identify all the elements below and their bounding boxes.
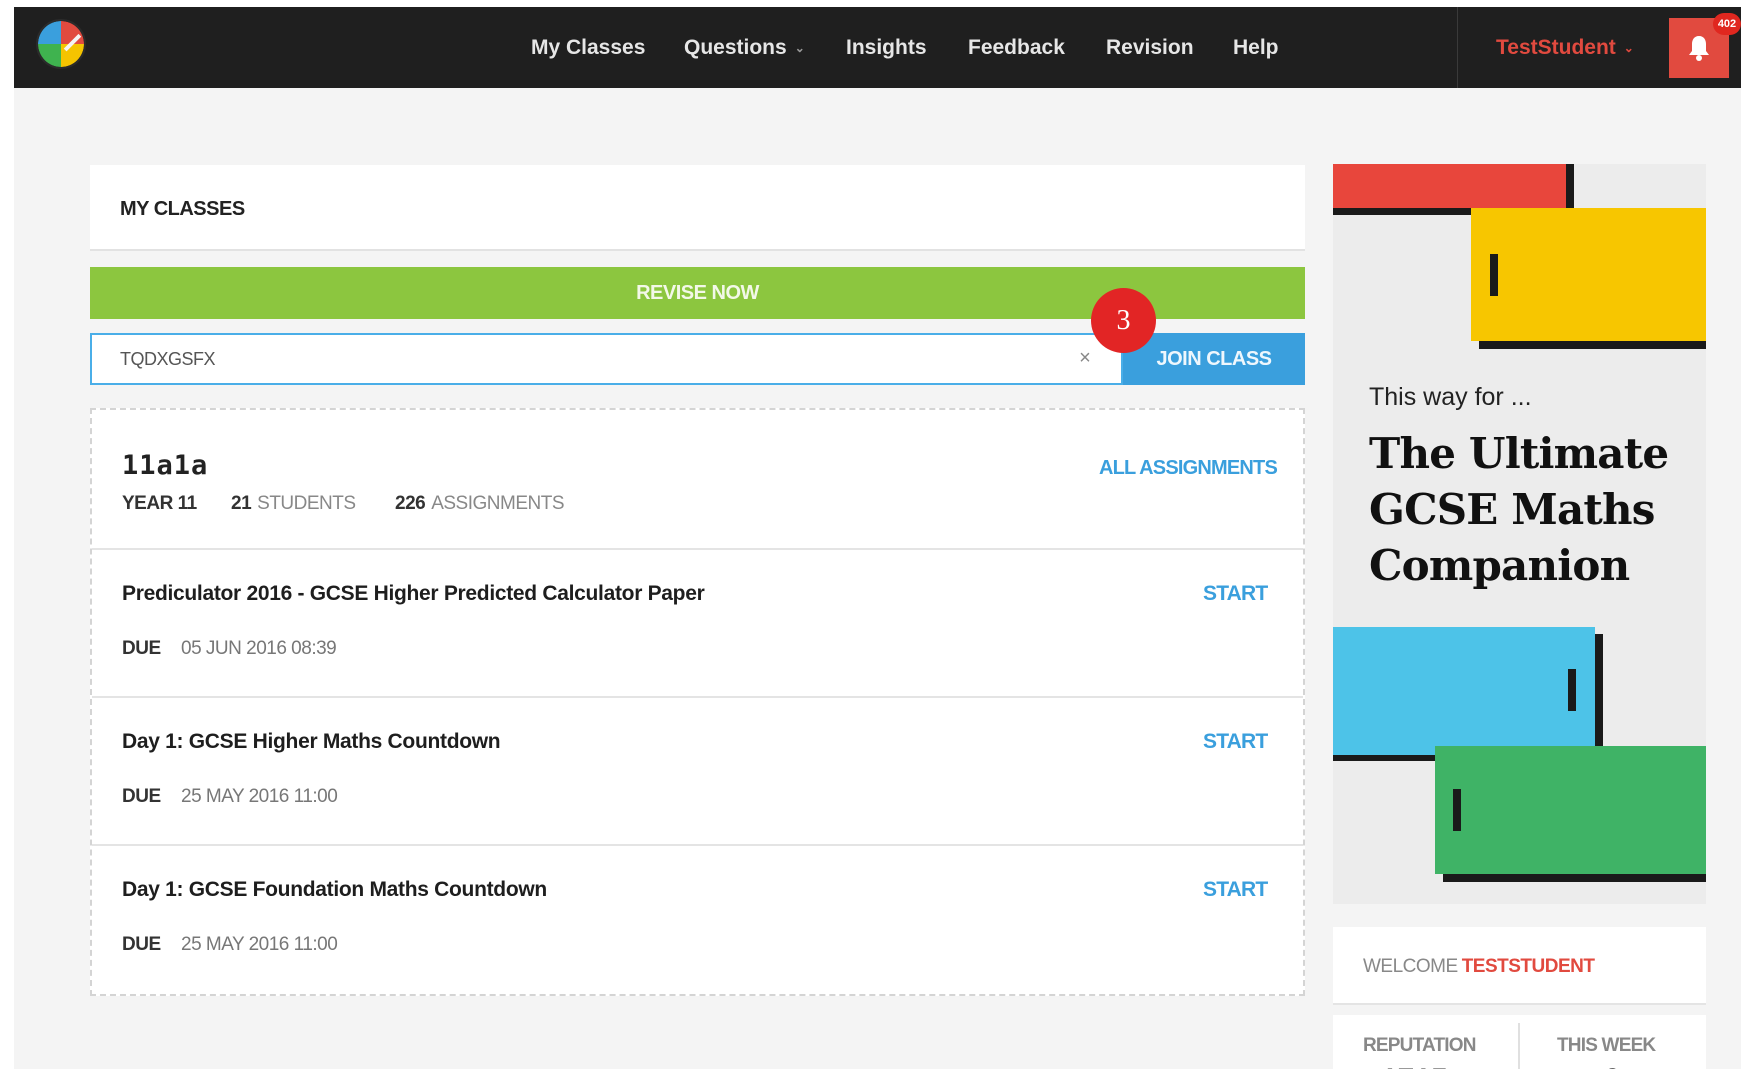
chevron-down-icon: ⌄ (794, 41, 805, 55)
start-button[interactable]: START (1203, 878, 1268, 902)
reputation-value: 1715 (1381, 1063, 1448, 1069)
close-icon[interactable]: × (1073, 346, 1097, 370)
assignment-row: Prediculator 2016 - GCSE Higher Predicte… (92, 550, 1303, 698)
assignment-title: Prediculator 2016 - GCSE Higher Predicte… (122, 582, 705, 605)
assignment-title: Day 1: GCSE Foundation Maths Countdown (122, 878, 547, 901)
all-assignments-link[interactable]: ALL ASSIGNMENTS (1099, 457, 1278, 480)
class-card: 11a1a YEAR 11 21 STUDENTS 226 ASSIGNMENTS … (90, 408, 1305, 996)
page-margin (0, 0, 14, 1069)
class-code-input[interactable] (90, 333, 1123, 385)
due-label: DUE (122, 934, 161, 955)
notification-count-badge: 402 (1713, 13, 1741, 35)
my-classes-header: MY CLASSES (90, 165, 1305, 251)
students-count: 21 (231, 493, 252, 514)
join-class-button[interactable]: JOIN CLASS (1123, 333, 1305, 385)
nav-my-classes[interactable]: My Classes (531, 7, 645, 88)
step-marker: 3 (1091, 288, 1156, 353)
due-date: 25 MAY 2016 11:00 (181, 934, 338, 955)
nav-questions-label: Questions (684, 36, 787, 59)
due-date: 05 JUN 2016 08:39 (181, 638, 337, 659)
promo-subtitle: This way for ... (1369, 383, 1532, 411)
due-label: DUE (122, 786, 161, 807)
reputation-label: REPUTATION (1363, 1035, 1476, 1056)
nav-feedback[interactable]: Feedback (968, 7, 1065, 88)
this-week-label: THIS WEEK (1557, 1035, 1656, 1056)
promo-title: The Ultimate GCSE Maths Companion (1369, 429, 1669, 590)
stats-panel: REPUTATION 1715 THIS WEEK 0 (1333, 1015, 1706, 1069)
welcome-panel: WELCOME TESTSTUDENT (1333, 927, 1706, 1005)
promo-banner[interactable]: This way for ... The Ultimate GCSE Maths… (1333, 164, 1706, 904)
user-menu[interactable]: TestStudent ⌄ (1496, 7, 1634, 88)
class-year-value: YEAR 11 (122, 493, 197, 514)
pie-logo-icon[interactable] (36, 19, 86, 69)
due-date: 25 MAY 2016 11:00 (181, 786, 338, 807)
nav-help[interactable]: Help (1233, 7, 1279, 88)
nav-revision[interactable]: Revision (1106, 7, 1194, 88)
class-year: YEAR 11 (122, 493, 203, 515)
due-label: DUE (122, 638, 161, 659)
class-students: 21 STUDENTS (231, 493, 356, 515)
chevron-down-icon: ⌄ (1623, 41, 1634, 55)
welcome-label: WELCOME (1363, 956, 1458, 977)
this-week-value: 0 (1604, 1063, 1621, 1069)
assignment-row: Day 1: GCSE Foundation Maths Countdown S… (92, 846, 1303, 994)
bell-icon (1689, 36, 1709, 61)
nav-questions[interactable]: Questions ⌄ (684, 7, 805, 88)
start-button[interactable]: START (1203, 582, 1268, 606)
assignment-row: Day 1: GCSE Higher Maths Countdown START… (92, 698, 1303, 846)
nav-divider (1457, 7, 1458, 88)
app-frame: My Classes Questions ⌄ Insights Feedback … (14, 7, 1741, 1069)
welcome-message: WELCOME TESTSTUDENT (1363, 956, 1595, 978)
page-title: MY CLASSES (120, 198, 245, 220)
class-name: 11a1a (122, 450, 209, 481)
stats-divider (1518, 1023, 1520, 1069)
assignments-count: 226 (395, 493, 426, 514)
students-label: STUDENTS (257, 493, 356, 514)
welcome-user[interactable]: TESTSTUDENT (1462, 956, 1595, 977)
assignment-title: Day 1: GCSE Higher Maths Countdown (122, 730, 501, 753)
assignments-label: ASSIGNMENTS (431, 493, 565, 514)
class-header: 11a1a YEAR 11 21 STUDENTS 226 ASSIGNMENTS … (92, 410, 1303, 550)
nav-insights[interactable]: Insights (846, 7, 927, 88)
class-assignments: 226 ASSIGNMENTS (395, 493, 565, 515)
top-navbar: My Classes Questions ⌄ Insights Feedback … (14, 7, 1741, 88)
user-name: TestStudent (1496, 36, 1616, 59)
start-button[interactable]: START (1203, 730, 1268, 754)
